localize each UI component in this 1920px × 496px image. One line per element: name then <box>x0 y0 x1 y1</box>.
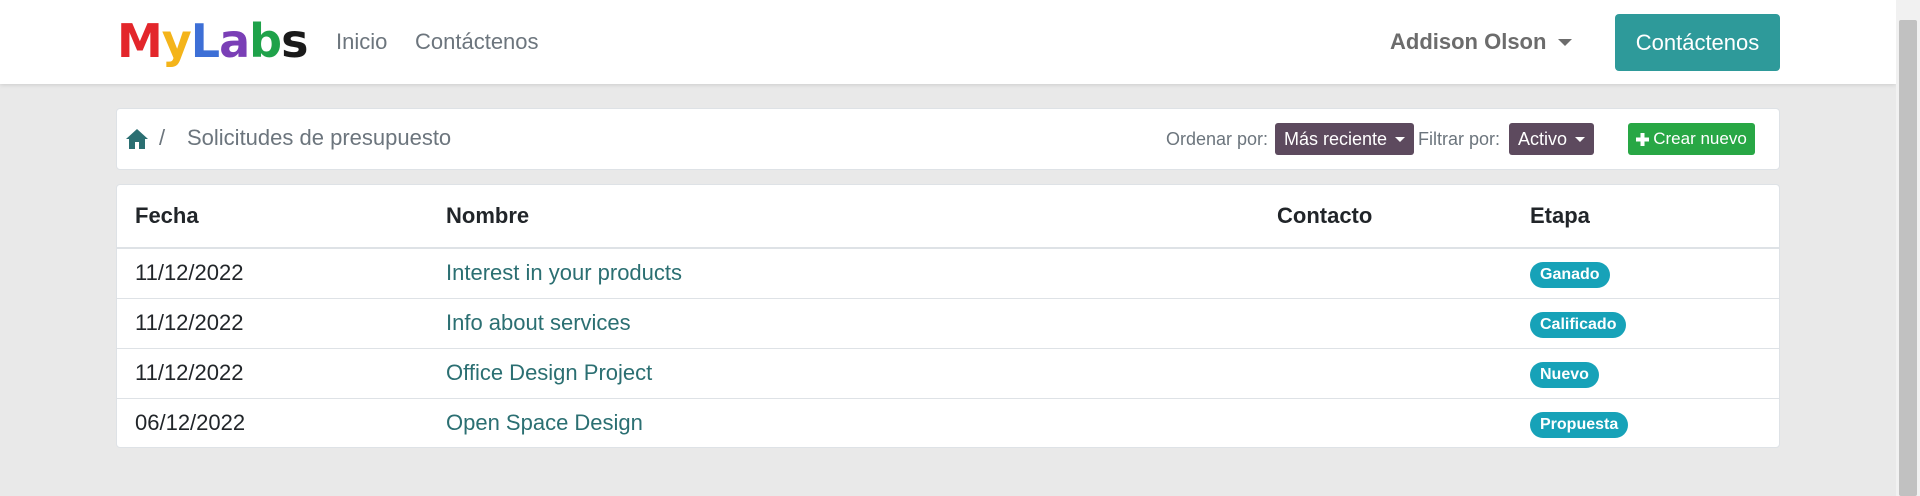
page-title: Solicitudes de presupuesto <box>187 125 452 150</box>
row-name-link[interactable]: Info about services <box>446 310 631 336</box>
table-row[interactable]: 11/12/2022 Office Design Project Nuevo <box>117 348 1779 398</box>
plus-icon <box>1636 132 1650 146</box>
user-name: Addison Olson <box>1390 29 1547 54</box>
table-row[interactable]: 11/12/2022 Info about services Calificad… <box>117 298 1779 348</box>
logo-letter: s <box>281 14 308 68</box>
row-date: 11/12/2022 <box>135 360 244 385</box>
logo-letter: b <box>249 14 282 68</box>
sort-dropdown[interactable]: Más reciente <box>1275 123 1415 155</box>
create-new-button[interactable]: Crear nuevo <box>1628 123 1755 155</box>
user-menu[interactable]: Addison Olson <box>1390 28 1573 56</box>
nav-link-contactenos[interactable]: Contáctenos <box>415 28 539 56</box>
contact-button[interactable]: Contáctenos <box>1615 14 1780 71</box>
filter-value: Activo <box>1518 128 1568 149</box>
nav-link-inicio[interactable]: Inicio <box>336 28 387 56</box>
create-new-label: Crear nuevo <box>1653 129 1747 148</box>
stage-badge: Calificado <box>1530 312 1627 338</box>
scrollbar-thumb[interactable] <box>1899 20 1917 496</box>
filter-dropdown[interactable]: Activo <box>1509 123 1595 155</box>
column-header-nombre[interactable]: Nombre <box>446 203 529 229</box>
column-header-etapa[interactable]: Etapa <box>1530 203 1590 229</box>
sort-label: Ordenar por: <box>1166 129 1269 149</box>
sort-value: Más reciente <box>1284 128 1388 149</box>
mylabs-logo[interactable]: M y L a b s <box>117 14 308 68</box>
caret-down-icon <box>1558 38 1573 46</box>
table-row[interactable]: 11/12/2022 Interest in your products Gan… <box>117 248 1779 298</box>
logo-letter: a <box>219 14 250 68</box>
stage-badge: Propuesta <box>1530 412 1629 438</box>
row-name-link[interactable]: Office Design Project <box>446 360 652 386</box>
breadcrumb-separator: / <box>159 125 166 150</box>
caret-down-icon <box>1575 136 1586 142</box>
row-date: 11/12/2022 <box>135 260 244 285</box>
quotation-table: Fecha Nombre Contacto Etapa 11/12/2022 I… <box>116 184 1780 448</box>
breadcrumb: / Solicitudes de presupuesto Ordenar por… <box>116 108 1780 170</box>
row-date: 06/12/2022 <box>135 410 246 435</box>
top-navbar: M y L a b s Inicio Contáctenos Addison O… <box>0 0 1896 84</box>
column-header-contacto[interactable]: Contacto <box>1277 203 1372 229</box>
filter-label: Filtrar por: <box>1418 129 1501 149</box>
row-date: 11/12/2022 <box>135 310 244 335</box>
caret-down-icon <box>1395 136 1406 142</box>
logo-letter: M <box>117 14 163 68</box>
stage-badge: Nuevo <box>1530 362 1599 388</box>
logo-letter: L <box>190 14 220 68</box>
column-header-fecha[interactable]: Fecha <box>135 203 199 229</box>
stage-badge: Ganado <box>1530 262 1610 288</box>
logo-letter: y <box>161 14 192 68</box>
row-name-link[interactable]: Interest in your products <box>446 260 682 286</box>
row-name-link[interactable]: Open Space Design <box>446 410 643 436</box>
home-icon[interactable] <box>125 128 149 150</box>
table-row[interactable]: 06/12/2022 Open Space Design Propuesta <box>117 398 1779 448</box>
